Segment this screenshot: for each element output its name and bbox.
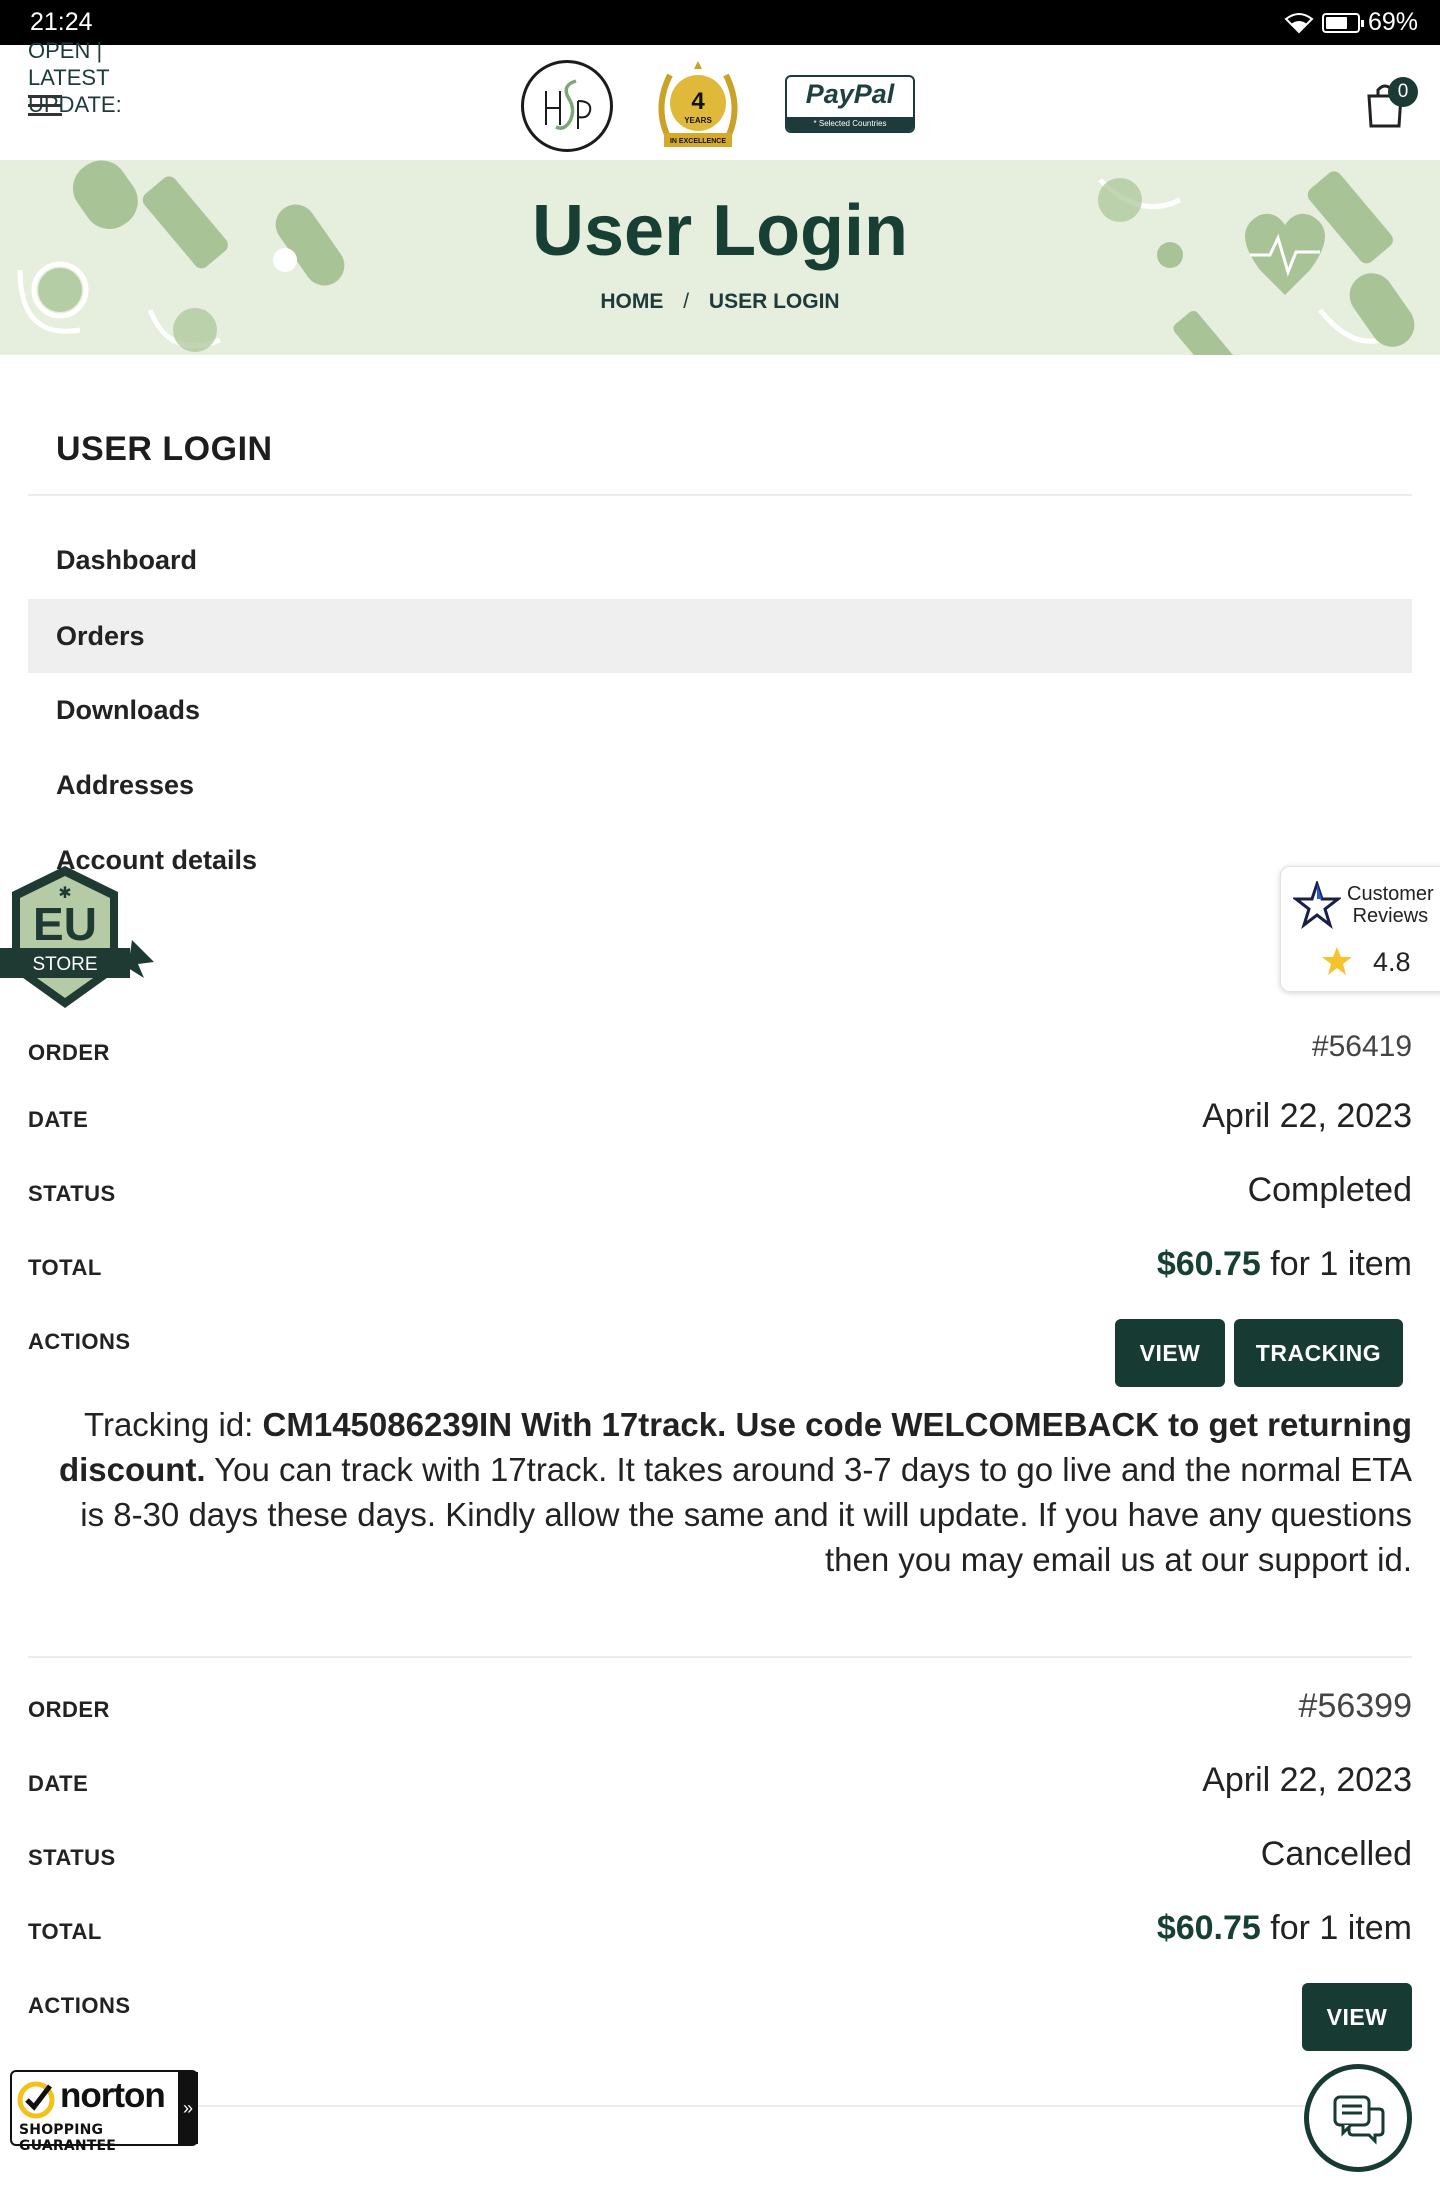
menu-icon[interactable] bbox=[28, 95, 62, 117]
notice-line: LATEST bbox=[28, 65, 110, 90]
hsp-monogram bbox=[545, 79, 592, 130]
norton-check-icon bbox=[17, 2081, 55, 2119]
status-icons: 69% bbox=[1284, 8, 1418, 37]
divider bbox=[28, 494, 1412, 496]
breadcrumb-separator: / bbox=[683, 290, 690, 313]
excellence-laurel-badge: 4 YEARS IN EXCELLENCE bbox=[658, 61, 738, 147]
account-section-title: USER LOGIN bbox=[56, 430, 273, 468]
actions-label: ACTIONS bbox=[28, 1329, 131, 1354]
paypal-badge: PayPal * Selected Countries bbox=[785, 75, 915, 133]
battery-icon bbox=[1321, 12, 1364, 33]
nav-dashboard[interactable]: Dashboard bbox=[28, 523, 1412, 597]
order-date: April 22, 2023 bbox=[1202, 1097, 1412, 1135]
norton-shopping-guarantee-badge[interactable]: norton SHOPPING GUARANTEE » bbox=[10, 2070, 198, 2154]
tracking-note-prefix: Tracking id: bbox=[84, 1406, 263, 1443]
chevron-right-icon: » bbox=[178, 2072, 198, 2144]
paypal-subtext: * Selected Countries bbox=[787, 117, 913, 131]
reviews-rating: 4.8 bbox=[1373, 947, 1411, 977]
paypal-logo-text: PayPal bbox=[805, 79, 895, 109]
actions-label: ACTIONS bbox=[28, 1993, 131, 2018]
tracking-note: Tracking id: CM145086239IN With 17track.… bbox=[40, 1402, 1412, 1582]
divider bbox=[28, 2105, 1412, 2107]
status-label: STATUS bbox=[28, 1845, 116, 1870]
total-label: TOTAL bbox=[28, 1255, 102, 1280]
total-label: TOTAL bbox=[28, 1919, 102, 1944]
eu-badge-bottom: STORE bbox=[32, 954, 97, 975]
order-total: $60.75 for 1 item bbox=[1157, 1909, 1412, 1948]
chat-button[interactable] bbox=[1304, 2064, 1412, 2172]
eu-badge-top: EU bbox=[33, 898, 97, 950]
reviews-title: Customer Reviews bbox=[1347, 883, 1434, 927]
tracking-button[interactable]: TRACKING bbox=[1234, 1319, 1403, 1387]
norton-brand: norton bbox=[60, 2076, 166, 2115]
date-label: DATE bbox=[28, 1107, 89, 1132]
order-number[interactable]: #56399 bbox=[1299, 1687, 1412, 1726]
clock: 21:24 bbox=[30, 8, 93, 36]
divider bbox=[28, 1656, 1412, 1658]
norton-tagline: SHOPPING GUARANTEE bbox=[19, 2122, 117, 2154]
reviews-title-line: Reviews bbox=[1352, 905, 1429, 927]
order-label: ORDER bbox=[28, 1697, 110, 1722]
order-date: April 22, 2023 bbox=[1202, 1761, 1412, 1799]
reviews-title-line: Customer bbox=[1347, 883, 1434, 905]
breadcrumb-current: USER LOGIN bbox=[708, 290, 840, 313]
date-label: DATE bbox=[28, 1771, 89, 1796]
laurel-word: YEARS bbox=[684, 116, 712, 125]
hsp-logo[interactable] bbox=[521, 60, 613, 152]
view-order-button[interactable]: VIEW bbox=[1115, 1319, 1225, 1387]
wifi-icon bbox=[1284, 12, 1314, 33]
nav-orders[interactable]: Orders bbox=[28, 599, 1412, 673]
chat-icon bbox=[1333, 2095, 1385, 2145]
laurel-ribbon: IN EXCELLENCE bbox=[670, 138, 726, 145]
order-status: Cancelled bbox=[1260, 1835, 1412, 1873]
page-title: User Login bbox=[531, 191, 909, 271]
breadcrumb-home[interactable]: HOME bbox=[600, 290, 663, 313]
eu-store-badge[interactable]: ✱ EU STORE bbox=[0, 862, 160, 1012]
order-total: $60.75 for 1 item bbox=[1157, 1245, 1412, 1284]
page-hero-banner: User Login HOME / USER LOGIN bbox=[0, 160, 1440, 355]
cart-count-badge: 0 bbox=[1388, 77, 1418, 107]
order-status: Completed bbox=[1247, 1171, 1412, 1209]
breadcrumb: HOME / USER LOGIN bbox=[0, 290, 1440, 314]
order-number[interactable]: #56419 bbox=[1312, 1030, 1412, 1064]
order-items: for 1 item bbox=[1270, 1245, 1412, 1283]
order-amount: $60.75 bbox=[1156, 1909, 1261, 1947]
battery-percent: 69% bbox=[1367, 8, 1418, 36]
order-amount: $60.75 bbox=[1156, 1245, 1261, 1283]
order-label: ORDER bbox=[28, 1040, 110, 1065]
nav-downloads[interactable]: Downloads bbox=[28, 673, 1412, 747]
order-items: for 1 item bbox=[1270, 1909, 1412, 1947]
reviews-star-icon bbox=[1293, 881, 1341, 929]
rating-star-icon bbox=[1322, 947, 1352, 975]
tracking-note-text: You can track with 17track. It takes aro… bbox=[80, 1451, 1412, 1578]
notice-line: OPEN | bbox=[28, 38, 103, 63]
laurel-number: 4 bbox=[691, 88, 705, 115]
site-header: OPEN | LATEST UPDATE: 4 YEARS IN EXCELLE… bbox=[0, 38, 1440, 160]
status-label: STATUS bbox=[28, 1181, 116, 1206]
battery-fill bbox=[1325, 16, 1347, 29]
nav-account-details[interactable]: Account details bbox=[28, 823, 1412, 897]
customer-reviews-widget[interactable]: Customer Reviews 4.8 bbox=[1280, 866, 1440, 992]
status-bar: 21:24 69% bbox=[0, 0, 1440, 45]
view-order-button[interactable]: VIEW bbox=[1302, 1983, 1412, 2051]
nav-addresses[interactable]: Addresses bbox=[28, 748, 1412, 822]
